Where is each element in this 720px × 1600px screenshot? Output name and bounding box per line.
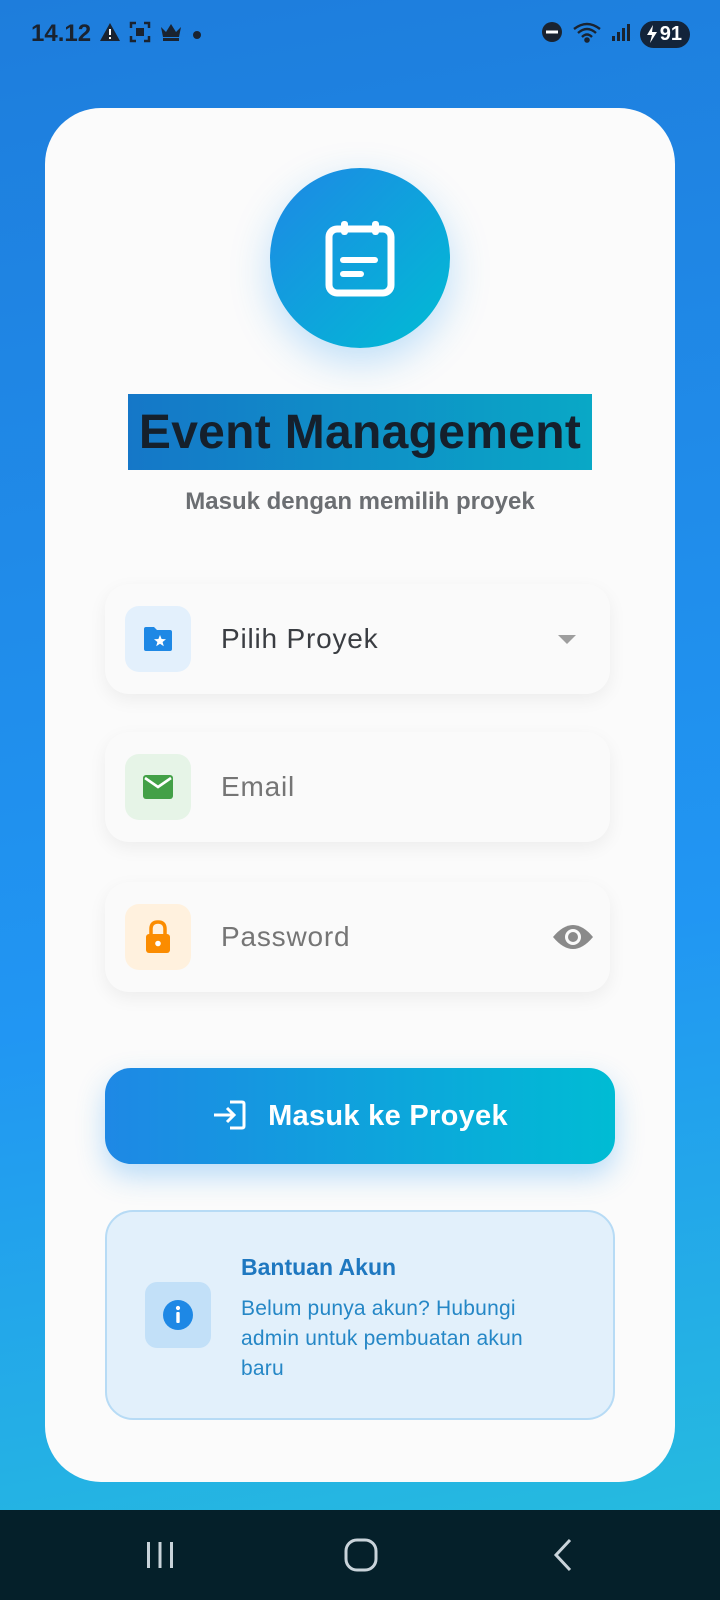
account-help-box: Bantuan Akun Belum punya akun? Hubungi a… [105, 1210, 615, 1420]
charging-icon [646, 25, 657, 43]
back-button[interactable] [503, 1510, 623, 1600]
home-button[interactable] [301, 1510, 421, 1600]
navigation-bar [0, 1510, 720, 1600]
signal-icon [611, 22, 631, 47]
screenshot-icon [129, 21, 151, 47]
email-input[interactable] [221, 732, 581, 842]
crown-icon [159, 22, 183, 46]
eye-icon[interactable] [552, 882, 594, 992]
app-title: Event Management [138, 405, 582, 459]
warning-icon [99, 22, 121, 46]
lock-icon [125, 904, 191, 970]
app-logo [270, 168, 450, 348]
login-button-label: Masuk ke Proyek [268, 1099, 508, 1132]
login-button[interactable]: Masuk ke Proyek [105, 1068, 615, 1164]
info-icon [145, 1282, 211, 1348]
help-title: Bantuan Akun [241, 1254, 397, 1280]
status-time: 14.12 [31, 20, 92, 47]
folder-star-icon [125, 606, 191, 672]
project-dropdown-label: Pilih Proyek [221, 623, 379, 654]
password-input[interactable] [221, 882, 511, 992]
mail-icon [125, 754, 191, 820]
back-icon [553, 1538, 572, 1572]
app-subtitle: Masuk dengan memilih proyek [185, 488, 535, 515]
password-field[interactable] [105, 882, 610, 992]
status-right: 91 [541, 20, 690, 48]
status-bar: 14.12 91 [0, 0, 720, 68]
login-icon [212, 1100, 246, 1133]
home-icon [344, 1538, 378, 1572]
login-card: Event Management Masuk dengan memilih pr… [45, 108, 675, 1482]
wifi-icon [572, 21, 602, 48]
dnd-icon [541, 21, 563, 48]
battery-indicator: 91 [639, 20, 690, 48]
status-left: 14.12 [31, 20, 203, 48]
help-text: Belum punya akun? Hubungi admin untuk pe… [241, 1297, 523, 1380]
recents-icon [147, 1542, 173, 1568]
calendar-note-icon [325, 221, 395, 297]
dot-icon [191, 23, 203, 45]
email-field[interactable] [105, 732, 610, 842]
battery-level: 91 [659, 22, 682, 45]
project-dropdown[interactable]: Pilih Proyek [105, 584, 610, 694]
title-highlight: Event Management [128, 394, 592, 470]
dropdown-arrow-icon [557, 584, 577, 694]
recents-button[interactable] [100, 1510, 220, 1600]
